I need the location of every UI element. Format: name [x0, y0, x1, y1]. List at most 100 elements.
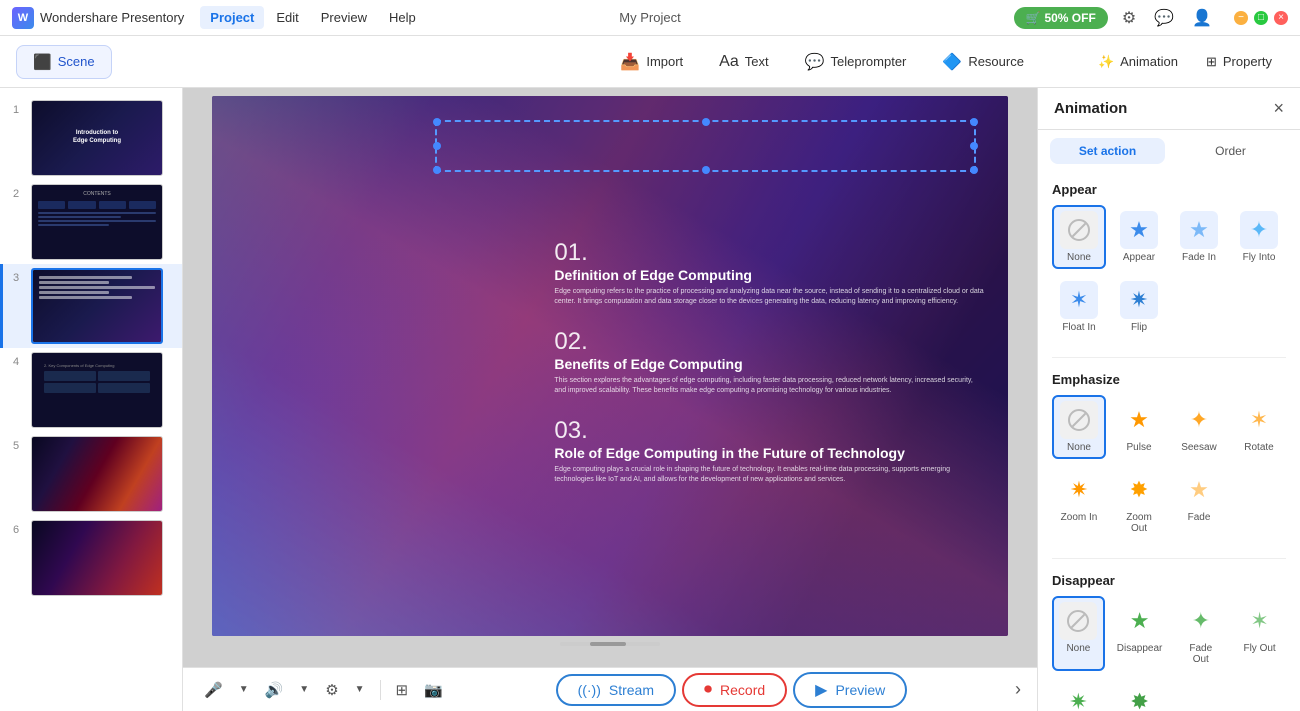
section-1-title[interactable]: Definition of Edge Computing — [554, 267, 984, 283]
fly-out-star: ✶ — [1250, 608, 1268, 634]
disappear-flip[interactable]: ✸ Flip — [1111, 677, 1169, 711]
appear-none-label: None — [1067, 252, 1091, 263]
menu-edit[interactable]: Edit — [266, 6, 308, 29]
slide-thumbnail — [31, 520, 163, 596]
tab-set-action[interactable]: Set action — [1050, 138, 1165, 164]
disappear-fade-out[interactable]: ✦ Fade Out — [1174, 596, 1227, 671]
slide-thumbnail: CONTENTS — [31, 184, 163, 260]
teleprompter-icon: 💬 — [805, 52, 825, 72]
slide-item[interactable]: 4 2. Key Components of Edge Computing — [0, 348, 182, 432]
animation-button[interactable]: ✨ Animation — [1086, 48, 1190, 76]
maximize-button[interactable]: □ — [1254, 11, 1268, 25]
slide-item-active[interactable]: 3 — [0, 264, 182, 348]
emphasize-none[interactable]: None — [1052, 395, 1106, 459]
settings-dropdown[interactable]: ▼ — [350, 680, 370, 699]
canvas-scrollbar[interactable] — [560, 642, 660, 646]
section-2-title[interactable]: Benefits of Edge Computing — [554, 356, 984, 372]
appear-fly-into[interactable]: ✦ Fly Into — [1232, 205, 1286, 269]
appear-appear[interactable]: ★ Appear — [1112, 205, 1166, 269]
section-3-num: 03. — [554, 417, 984, 445]
section-1-body: Edge computing refers to the practice of… — [554, 287, 984, 308]
scene-button[interactable]: ⬛ Scene — [16, 45, 112, 79]
resource-button[interactable]: 🔷 Resource — [928, 46, 1038, 78]
teleprompter-button[interactable]: 💬 Teleprompter — [791, 46, 921, 78]
em-none-icon — [1060, 401, 1098, 439]
tab-order[interactable]: Order — [1173, 138, 1288, 164]
appear-title: Appear — [1052, 182, 1286, 197]
slide-item[interactable]: 6 — [0, 516, 182, 600]
panel-close-button[interactable]: × — [1273, 98, 1284, 119]
emphasize-rotate[interactable]: ✶ Rotate — [1232, 395, 1286, 459]
zoom-out-star: ✸ — [1130, 477, 1148, 503]
appear-flip[interactable]: ✷ Flip — [1112, 275, 1166, 339]
slide-item[interactable]: 1 Introduction toEdge Computing — [0, 96, 182, 180]
seesaw-icon: ✦ — [1180, 401, 1218, 439]
emphasize-zoom-in[interactable]: ✷ Zoom In — [1052, 465, 1106, 540]
promo-icon: 🛒 — [1026, 11, 1041, 25]
section-3-title[interactable]: Role of Edge Computing in the Future of … — [554, 445, 984, 461]
slide-item[interactable]: 2 CONTENTS — [0, 180, 182, 264]
property-button[interactable]: ⊞ Property — [1194, 48, 1284, 76]
import-icon: 📥 — [620, 52, 640, 72]
preview-button[interactable]: ▶ Preview — [793, 672, 907, 708]
appear-appear-label: Appear — [1123, 252, 1155, 263]
slide-thumb-title: Introduction toEdge Computing — [73, 130, 121, 146]
window-controls: − □ × — [1234, 11, 1288, 25]
emphasize-section: Emphasize None ★ Pulse — [1038, 362, 1300, 554]
disappear-disappear[interactable]: ★ Disappear — [1111, 596, 1169, 671]
disappear-float-out[interactable]: ✷ Float Out — [1052, 677, 1105, 711]
slide-thumbnail: Introduction toEdge Computing — [31, 100, 163, 176]
stream-button[interactable]: ((·)) Stream — [556, 674, 676, 706]
volume-dropdown[interactable]: ▼ — [294, 680, 314, 699]
mic-dropdown[interactable]: ▼ — [234, 680, 254, 699]
disappear-title: Disappear — [1052, 573, 1286, 588]
emphasize-fade[interactable]: ★ Fade — [1172, 465, 1226, 540]
none-icon — [1060, 211, 1098, 249]
emphasize-zoom-out[interactable]: ✸ Zoom Out — [1112, 465, 1166, 540]
record-label: Record — [720, 682, 765, 698]
appear-fade-in[interactable]: ★ Fade In — [1172, 205, 1226, 269]
expand-arrow[interactable]: › — [1015, 679, 1021, 700]
close-button[interactable]: × — [1274, 11, 1288, 25]
appear-star-icon: ★ — [1129, 217, 1149, 243]
settings-icon[interactable]: ⚙ — [1118, 6, 1140, 30]
record-button[interactable]: ⏺ Record — [682, 673, 787, 707]
microphone-button[interactable]: 🎤 — [199, 677, 228, 703]
slide-number: 2 — [13, 184, 25, 200]
emphasize-zoom-in-label: Zoom In — [1061, 512, 1098, 523]
volume-button[interactable]: 🔊 — [260, 677, 289, 703]
menu-project[interactable]: Project — [200, 6, 264, 29]
disappear-none[interactable]: None — [1052, 596, 1105, 671]
chat-icon[interactable]: 💬 — [1150, 6, 1178, 30]
fade-icon: ★ — [1180, 471, 1218, 509]
emphasize-none-label: None — [1067, 442, 1091, 453]
user-icon[interactable]: 👤 — [1188, 6, 1216, 30]
app-name: Wondershare Presentory — [40, 10, 184, 25]
emphasize-pulse[interactable]: ★ Pulse — [1112, 395, 1166, 459]
slide-canvas[interactable]: 01. Definition of Edge Computing Edge co… — [212, 96, 1008, 636]
menu-help[interactable]: Help — [379, 6, 426, 29]
camera-button[interactable]: 📷 — [419, 677, 448, 703]
appear-float-in[interactable]: ✶ Float In — [1052, 275, 1106, 339]
appear-fade-in-label: Fade In — [1182, 252, 1216, 263]
zoom-out-icon: ✸ — [1120, 471, 1158, 509]
minimize-button[interactable]: − — [1234, 11, 1248, 25]
import-button[interactable]: 📥 Import — [606, 46, 697, 78]
promo-button[interactable]: 🛒 50% OFF — [1014, 7, 1108, 29]
text-button[interactable]: Aa Text — [705, 47, 782, 77]
settings-button[interactable]: ⚙ — [320, 677, 343, 703]
fade-in-icon: ★ — [1180, 211, 1218, 249]
slide-item[interactable]: 5 — [0, 432, 182, 516]
emphasize-pulse-label: Pulse — [1126, 442, 1151, 453]
menu-preview[interactable]: Preview — [311, 6, 377, 29]
appear-none[interactable]: None — [1052, 205, 1106, 269]
emphasize-seesaw[interactable]: ✦ Seesaw — [1172, 395, 1226, 459]
float-out-icon: ✷ — [1059, 683, 1097, 711]
teleprompter-label: Teleprompter — [831, 54, 907, 69]
disappear-star: ★ — [1130, 608, 1150, 634]
grid-button[interactable]: ⊞ — [391, 677, 414, 703]
fly-out-icon: ✶ — [1241, 602, 1279, 640]
disappear-icon: ★ — [1121, 602, 1159, 640]
fly-into-star: ✦ — [1250, 217, 1268, 243]
disappear-fly-out[interactable]: ✶ Fly Out — [1233, 596, 1286, 671]
